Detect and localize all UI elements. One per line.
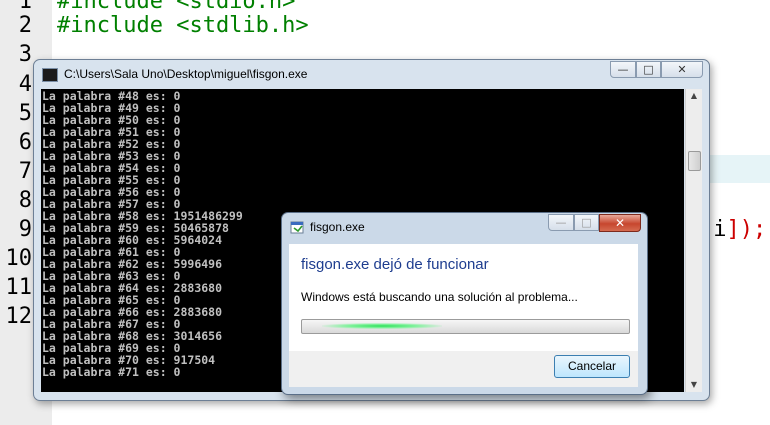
console-titlebar[interactable]: C:\Users\Sala Uno\Desktop\miguel\fisgon.… bbox=[34, 60, 709, 88]
dialog-maximize-button: □ bbox=[574, 214, 599, 231]
code-bracket-close: ]); bbox=[726, 217, 767, 242]
error-dialog[interactable]: fisgon.exe — □ ✕ fisgon.exe dejó de func… bbox=[281, 212, 648, 395]
code-index-variable: i bbox=[713, 217, 727, 242]
line-number: 12 bbox=[5, 304, 33, 329]
dialog-minimize-button: — bbox=[548, 214, 574, 231]
line-number: 10 bbox=[5, 246, 33, 271]
dialog-title: fisgon.exe bbox=[310, 220, 365, 234]
line-number: 3 bbox=[18, 42, 32, 67]
line-number: 2 bbox=[18, 13, 32, 38]
progress-bar bbox=[301, 319, 630, 334]
close-button[interactable]: ✕ bbox=[661, 61, 703, 78]
minimize-button[interactable]: — bbox=[610, 61, 636, 78]
current-line-highlight bbox=[700, 155, 770, 183]
dialog-footer: Cancelar bbox=[289, 351, 638, 387]
line-number: 5 bbox=[18, 101, 32, 126]
console-line: La palabra #71 es: 0 bbox=[42, 365, 181, 379]
dialog-content: fisgon.exe dejó de funcionar Windows est… bbox=[289, 244, 638, 351]
console-scrollbar[interactable]: ▲ ▼ bbox=[685, 89, 702, 392]
line-number: 4 bbox=[18, 72, 32, 97]
dialog-heading: fisgon.exe dejó de funcionar bbox=[301, 256, 489, 273]
dialog-close-button[interactable]: ✕ bbox=[599, 214, 641, 232]
maximize-button[interactable]: □ bbox=[636, 61, 661, 78]
code-line-include-stdlib[interactable]: #include <stdlib.h> bbox=[57, 12, 309, 40]
dialog-message: Windows está buscando una solución al pr… bbox=[301, 290, 578, 304]
cancel-button[interactable]: Cancelar bbox=[554, 355, 630, 378]
scroll-down-icon[interactable]: ▼ bbox=[686, 378, 702, 392]
line-number: 11 bbox=[5, 275, 33, 300]
progress-marquee bbox=[322, 323, 442, 329]
application-icon bbox=[290, 221, 304, 234]
line-number: 9 bbox=[18, 217, 32, 242]
line-number: 8 bbox=[18, 188, 32, 213]
line-number: 6 bbox=[18, 130, 32, 155]
console-title: C:\Users\Sala Uno\Desktop\miguel\fisgon.… bbox=[64, 67, 308, 81]
line-number: 7 bbox=[18, 159, 32, 184]
console-app-icon bbox=[42, 68, 58, 82]
scroll-thumb[interactable] bbox=[688, 151, 701, 171]
dialog-titlebar[interactable]: fisgon.exe — □ ✕ bbox=[282, 213, 647, 241]
scroll-up-icon[interactable]: ▲ bbox=[686, 89, 702, 103]
